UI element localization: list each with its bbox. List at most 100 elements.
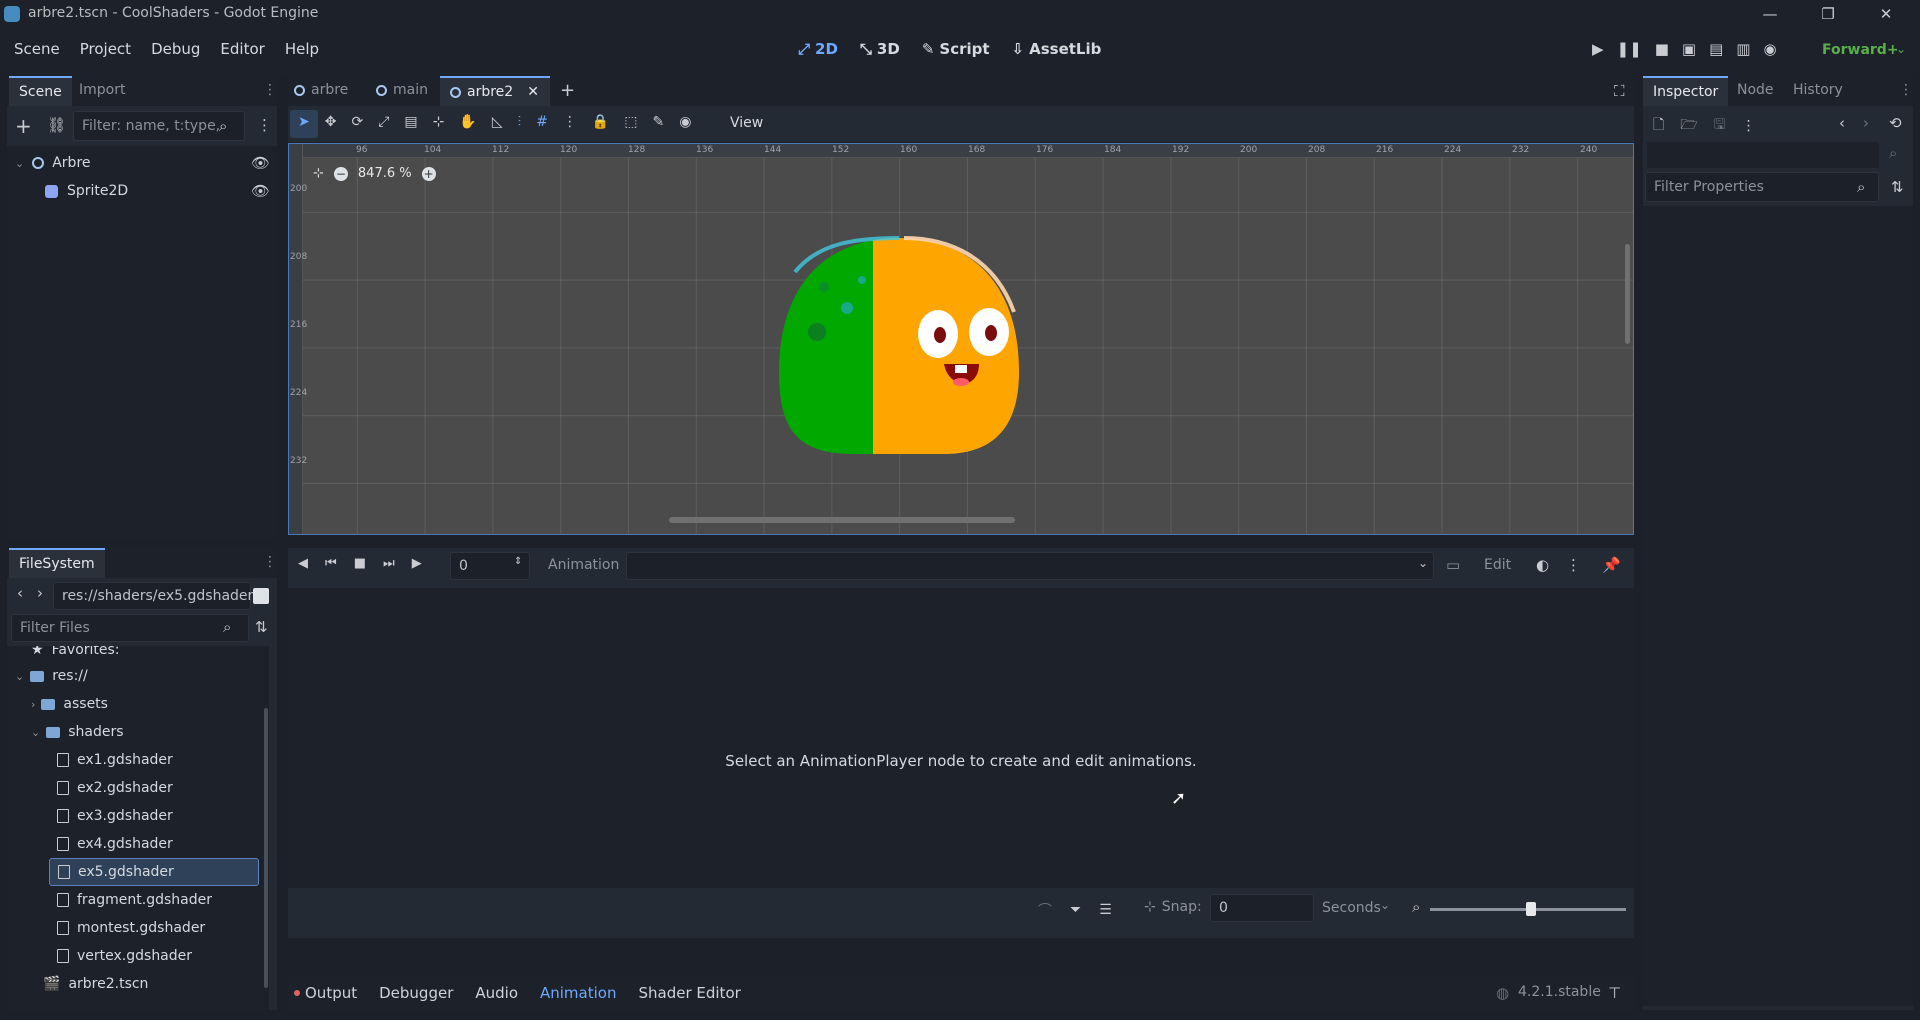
zoom-level[interactable]: 847.6 % <box>358 166 412 181</box>
select-tool-icon[interactable]: ➤ <box>298 114 310 130</box>
menu-project[interactable]: Project <box>80 40 131 58</box>
scrollbar[interactable] <box>264 708 268 988</box>
list-item[interactable]: ex1.gdshader <box>57 746 173 774</box>
lock-icon[interactable]: 🔒 <box>592 114 609 130</box>
scene-menu-icon[interactable]: ⋮ <box>257 116 272 134</box>
tree-item-arbre[interactable]: ⌄ Arbre <box>15 151 91 175</box>
workspace-2d[interactable]: ⤢ 2D <box>798 40 838 58</box>
pivot-tool-icon[interactable]: ⊹ <box>433 114 445 130</box>
list-item[interactable]: ⌄ shaders <box>31 718 124 746</box>
grid-snap-icon[interactable]: # <box>536 114 548 130</box>
expand-panel-icon[interactable]: ⊤ <box>1608 984 1621 1002</box>
movie-maker-icon[interactable]: ◉ <box>1763 40 1776 58</box>
zoom-in-icon[interactable]: + <box>421 166 436 181</box>
tab-scene[interactable]: Scene <box>9 76 72 106</box>
minimize-button[interactable]: — <box>1758 2 1782 26</box>
tree-item-sprite2d[interactable]: Sprite2D <box>45 179 128 203</box>
stop-icon[interactable]: ■ <box>354 556 366 571</box>
open-resource-icon[interactable]: 🗁 <box>1680 114 1697 138</box>
rotate-tool-icon[interactable]: ⟳ <box>351 114 363 130</box>
tab-shader-editor[interactable]: Shader Editor <box>638 984 740 1002</box>
scale-tool-icon[interactable]: ⤢ <box>378 114 389 130</box>
menu-scene[interactable]: Scene <box>14 40 60 58</box>
tab-filesystem[interactable]: FileSystem <box>9 548 105 578</box>
menu-editor[interactable]: Editor <box>220 40 264 58</box>
workspace-script[interactable]: ✎ Script <box>922 40 990 58</box>
maximize-button[interactable]: ❐ <box>1816 2 1840 26</box>
list-item[interactable]: fragment.gdshader <box>57 886 212 914</box>
list-item-selected[interactable]: ex5.gdshader <box>49 858 259 886</box>
tab-animation[interactable]: Animation <box>540 984 616 1002</box>
link-icon[interactable]: ⛓ <box>47 116 66 134</box>
tab-output[interactable]: Output <box>305 984 357 1002</box>
pause-icon[interactable]: ❚❚ <box>1617 40 1642 58</box>
menu-debug[interactable]: Debug <box>151 40 200 58</box>
tab-arbre[interactable]: arbre <box>294 82 348 98</box>
save-resource-icon[interactable]: 🖫 <box>1714 114 1726 138</box>
zoom-out-icon[interactable]: − <box>333 166 348 181</box>
object-selector[interactable] <box>1647 142 1879 168</box>
inspector-menu-icon[interactable]: ⋮ <box>1742 118 1756 134</box>
visibility-icon[interactable]: 👁 <box>251 182 270 200</box>
spinner-icon[interactable]: ⇕ <box>514 556 522 567</box>
autoplay-icon[interactable]: ▭ <box>1446 556 1460 574</box>
play-start-icon[interactable]: ⏭ <box>383 556 395 571</box>
new-resource-icon[interactable]: 🗋 <box>1653 114 1664 138</box>
bezier-icon[interactable]: ⌒ <box>1038 900 1052 920</box>
play-backwards-icon[interactable]: ◀ <box>298 556 308 571</box>
distraction-free-icon[interactable]: ⛶ <box>1614 82 1625 100</box>
pan-tool-icon[interactable]: ✋ <box>459 114 476 130</box>
object-history-icon[interactable]: ⟲ <box>1889 114 1902 132</box>
dock-menu-icon[interactable]: ⋮ <box>263 554 277 570</box>
close-window-button[interactable]: ✕ <box>1874 2 1898 26</box>
group-icon[interactable]: ⬚ <box>624 114 637 130</box>
camera-override-icon[interactable]: ◉ <box>679 114 691 130</box>
tab-audio[interactable]: Audio <box>475 984 518 1002</box>
play-icon[interactable]: ▶ <box>412 556 422 571</box>
tab-import[interactable]: Import <box>79 82 125 98</box>
tab-inspector[interactable]: Inspector <box>1643 76 1729 106</box>
sort-icon[interactable]: ⇅ <box>255 618 268 636</box>
object-search-icon[interactable]: ⌕ <box>1889 144 1897 162</box>
play-scene-icon[interactable]: ▤ <box>1709 40 1723 58</box>
view-menu[interactable]: View <box>730 115 763 131</box>
tab-debugger[interactable]: Debugger <box>379 984 453 1002</box>
pin-icon[interactable]: 📌 <box>1602 556 1621 574</box>
list-item[interactable]: 🎬 arbre2.tscn <box>43 970 148 998</box>
remote-debug-icon[interactable]: ▣ <box>1682 40 1696 58</box>
tab-arbre2[interactable]: arbre2 ✕ <box>440 76 550 106</box>
visibility-icon[interactable]: 👁 <box>251 154 270 172</box>
list-item[interactable]: ex4.gdshader <box>57 830 173 858</box>
center-view-icon[interactable]: ⊹ <box>313 166 324 181</box>
list-item[interactable]: ex3.gdshader <box>57 802 173 830</box>
vertical-scrollbar[interactable] <box>1625 244 1630 344</box>
move-tool-icon[interactable]: ✥ <box>325 114 337 130</box>
tab-main[interactable]: main <box>376 82 428 98</box>
dock-menu-icon[interactable]: ⋮ <box>263 82 277 98</box>
file-filter-input[interactable]: Filter Files <box>11 614 249 642</box>
property-sort-icon[interactable]: ⇅ <box>1891 178 1904 196</box>
snap-field[interactable]: 0 <box>1210 894 1314 922</box>
play-custom-scene-icon[interactable]: ▥ <box>1736 40 1750 58</box>
filter-icon[interactable]: ⏷ <box>1070 902 1081 918</box>
list-item[interactable]: ⌄ res:// <box>15 662 88 690</box>
add-node-icon[interactable]: + <box>15 114 32 138</box>
back-icon[interactable]: ‹ <box>17 584 23 602</box>
add-tab-icon[interactable]: + <box>560 80 575 101</box>
dock-menu-icon[interactable]: ⋮ <box>1899 82 1913 98</box>
animation-menu-icon[interactable]: ⋮ <box>1566 556 1581 574</box>
skeleton-icon[interactable]: ✎ <box>653 114 665 130</box>
play-icon[interactable]: ▶ <box>1592 40 1604 58</box>
renderer-select[interactable]: Forward+ <box>1822 42 1899 58</box>
split-view-icon[interactable] <box>253 588 269 604</box>
snap-menu-icon[interactable]: ⋮ <box>563 114 577 130</box>
list-item[interactable]: ex2.gdshader <box>57 774 173 802</box>
workspace-3d[interactable]: ⤡ 3D <box>860 40 900 58</box>
zoom-slider-handle[interactable] <box>1526 902 1536 916</box>
smart-snap-icon[interactable]: ⫶ <box>518 114 522 130</box>
list-select-icon[interactable]: ▤ <box>404 114 417 130</box>
canvas-viewport[interactable]: 96 104 112 120 128 136 144 152 160 168 1… <box>288 143 1634 535</box>
list-item[interactable]: › assets <box>31 690 108 718</box>
play-backwards-start-icon[interactable]: ⏮ <box>325 556 337 571</box>
sprite-blob[interactable] <box>769 232 1029 458</box>
